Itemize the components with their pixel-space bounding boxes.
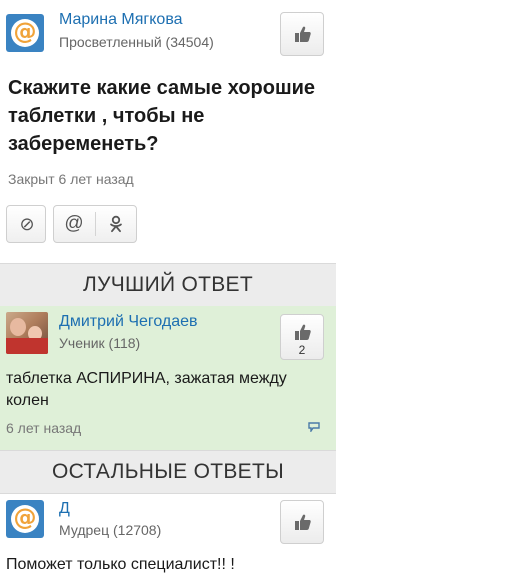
question-status: Закрыт 6 лет назад <box>8 171 134 187</box>
share-group: @ <box>53 205 137 243</box>
complain-button[interactable]: ⊘ <box>6 205 46 243</box>
other-answer-like-button[interactable] <box>280 500 324 544</box>
thumbs-up-icon <box>295 514 311 530</box>
thumbs-up-icon <box>295 324 311 340</box>
best-answer-text: таблетка АСПИРИНА, зажатая между колен <box>6 370 287 409</box>
at-sign-icon: @ <box>13 505 37 531</box>
question-author-rank: Просветленный (34504) <box>59 34 214 50</box>
block-icon: ⊘ <box>19 214 35 234</box>
other-answer-author-rank: Мудрец (12708) <box>59 522 162 538</box>
at-sign-icon: @ <box>13 19 37 45</box>
best-answer-time: 6 лет назад <box>6 420 82 436</box>
thumbs-up-icon <box>295 26 311 42</box>
at-icon[interactable]: @ <box>54 206 94 242</box>
like-count: 2 <box>298 343 306 357</box>
best-answer-like-button[interactable]: 2 <box>280 314 324 360</box>
qa-page: @ Марина Мягкова Просветленный (34504) С… <box>0 0 336 578</box>
question-like-button[interactable] <box>280 12 324 56</box>
other-answer-text: Поможет только специалист!! ! <box>6 556 235 573</box>
best-answer-author-rank: Ученик (118) <box>59 335 141 351</box>
divider <box>95 212 96 236</box>
odnoklassniki-icon[interactable] <box>107 215 125 233</box>
other-answers-header: ОСТАЛЬНЫЕ ОТВЕТЫ <box>0 450 336 494</box>
blank-area <box>336 0 510 578</box>
best-answer-author-name[interactable]: Дмитрий Чегодаев <box>59 313 198 331</box>
comment-icon[interactable] <box>308 422 320 432</box>
best-answer-author-avatar[interactable] <box>6 312 48 354</box>
other-answer-author-name[interactable]: Д <box>59 500 70 518</box>
question-author-name[interactable]: Марина Мягкова <box>59 11 183 29</box>
question-author-avatar[interactable]: @ <box>6 14 44 52</box>
best-answer-header: ЛУЧШИЙ ОТВЕТ <box>0 263 336 307</box>
other-answer-author-avatar[interactable]: @ <box>6 500 44 538</box>
question-title: Скажите какие самые хорошие таблетки , ч… <box>8 77 316 155</box>
